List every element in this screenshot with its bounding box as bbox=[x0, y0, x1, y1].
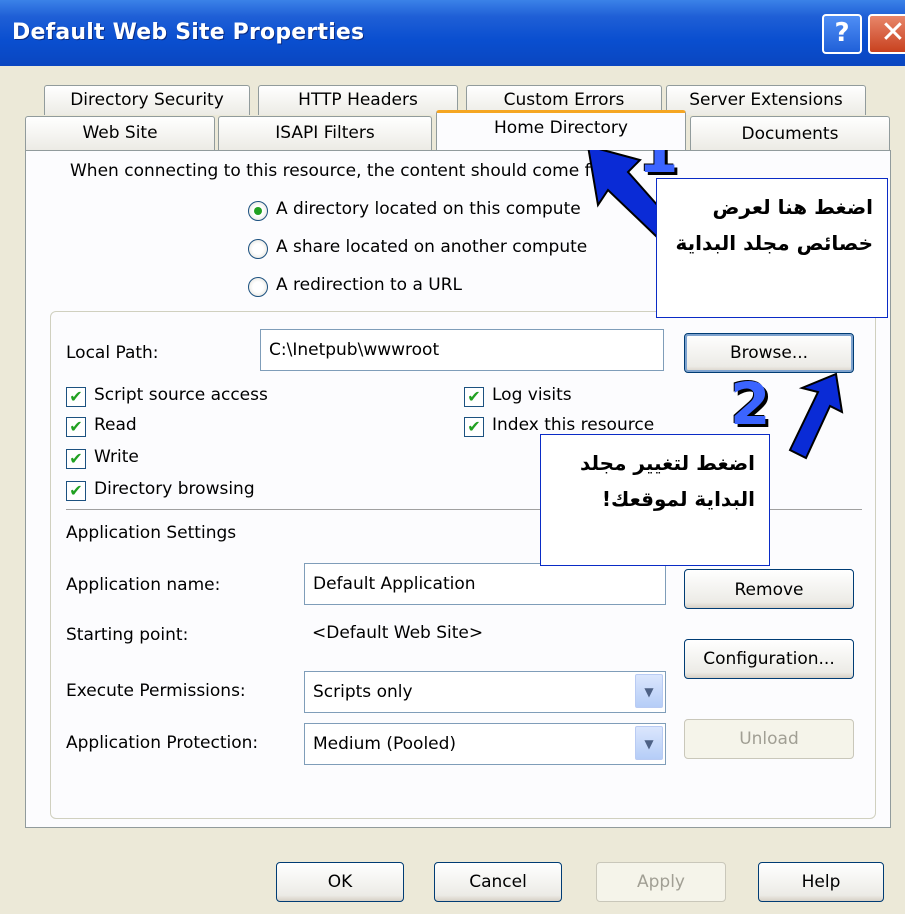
local-path-label: Local Path: bbox=[66, 343, 159, 363]
index-resource-label: Index this resource bbox=[492, 415, 655, 435]
apply-button[interactable]: Apply bbox=[596, 862, 726, 902]
index-resource-checkbox[interactable]: ✔ bbox=[464, 417, 484, 437]
callout-home-directory: اضغط هنا لعرض خصائص مجلد البداية bbox=[656, 178, 888, 318]
app-protection-label: Application Protection: bbox=[66, 733, 259, 753]
tab-home-directory[interactable]: Home Directory bbox=[436, 110, 686, 150]
starting-point-value: <Default Web Site> bbox=[312, 623, 484, 643]
step-2-badge: 2 bbox=[730, 370, 771, 438]
log-visits-label: Log visits bbox=[492, 385, 572, 405]
callout-change-folder: اضغط لتغيير مجلد البداية لموقعك! bbox=[540, 434, 770, 566]
log-visits-checkbox[interactable]: ✔ bbox=[464, 387, 484, 407]
help-button[interactable]: Help bbox=[758, 862, 884, 902]
app-settings-heading: Application Settings bbox=[66, 523, 237, 543]
radio-local-directory-label: A directory located on this compute bbox=[276, 199, 581, 219]
close-button[interactable]: ✕ bbox=[868, 14, 905, 54]
browse-button[interactable]: Browse... bbox=[684, 333, 854, 373]
content-source-prompt: When connecting to this resource, the co… bbox=[70, 161, 598, 181]
radio-url-redirection[interactable] bbox=[248, 277, 268, 297]
chevron-down-icon[interactable]: ▼ bbox=[635, 674, 663, 708]
cancel-button[interactable]: Cancel bbox=[434, 862, 562, 902]
read-checkbox[interactable]: ✔ bbox=[66, 417, 86, 437]
app-name-input[interactable]: Default Application bbox=[304, 563, 666, 605]
read-label: Read bbox=[94, 415, 137, 435]
local-path-input[interactable]: C:\Inetpub\wwwroot bbox=[260, 329, 664, 371]
tab-web-site[interactable]: Web Site bbox=[25, 116, 215, 150]
tab-http-headers[interactable]: HTTP Headers bbox=[258, 85, 458, 115]
tab-isapi-filters[interactable]: ISAPI Filters bbox=[218, 116, 432, 150]
ok-button[interactable]: OK bbox=[276, 862, 404, 902]
chevron-down-icon[interactable]: ▼ bbox=[635, 726, 663, 760]
radio-network-share-label: A share located on another compute bbox=[276, 237, 588, 257]
window-title: Default Web Site Properties bbox=[12, 20, 365, 45]
remove-button[interactable]: Remove bbox=[684, 569, 854, 609]
app-protection-value: Medium (Pooled) bbox=[313, 734, 457, 754]
tab-directory-security[interactable]: Directory Security bbox=[44, 85, 250, 115]
radio-local-directory[interactable] bbox=[248, 201, 268, 221]
write-checkbox[interactable]: ✔ bbox=[66, 449, 86, 469]
radio-url-redirection-label: A redirection to a URL bbox=[276, 275, 463, 295]
script-source-access-checkbox[interactable]: ✔ bbox=[66, 387, 86, 407]
app-protection-select[interactable]: Medium (Pooled) ▼ bbox=[304, 723, 666, 765]
tab-server-extensions[interactable]: Server Extensions bbox=[666, 85, 866, 115]
script-source-access-label: Script source access bbox=[94, 385, 268, 405]
starting-point-label: Starting point: bbox=[66, 625, 189, 645]
tab-documents[interactable]: Documents bbox=[690, 116, 890, 150]
app-name-label: Application name: bbox=[66, 575, 221, 595]
execute-permissions-label: Execute Permissions: bbox=[66, 681, 246, 701]
write-label: Write bbox=[94, 447, 139, 467]
directory-browsing-label: Directory browsing bbox=[94, 479, 255, 499]
title-bar: Default Web Site Properties ? ✕ bbox=[0, 0, 905, 66]
help-title-button[interactable]: ? bbox=[822, 14, 862, 54]
execute-permissions-select[interactable]: Scripts only ▼ bbox=[304, 671, 666, 713]
unload-button[interactable]: Unload bbox=[684, 719, 854, 759]
configuration-button[interactable]: Configuration... bbox=[684, 639, 854, 679]
radio-network-share[interactable] bbox=[248, 239, 268, 259]
execute-permissions-value: Scripts only bbox=[313, 682, 413, 702]
directory-browsing-checkbox[interactable]: ✔ bbox=[66, 481, 86, 501]
